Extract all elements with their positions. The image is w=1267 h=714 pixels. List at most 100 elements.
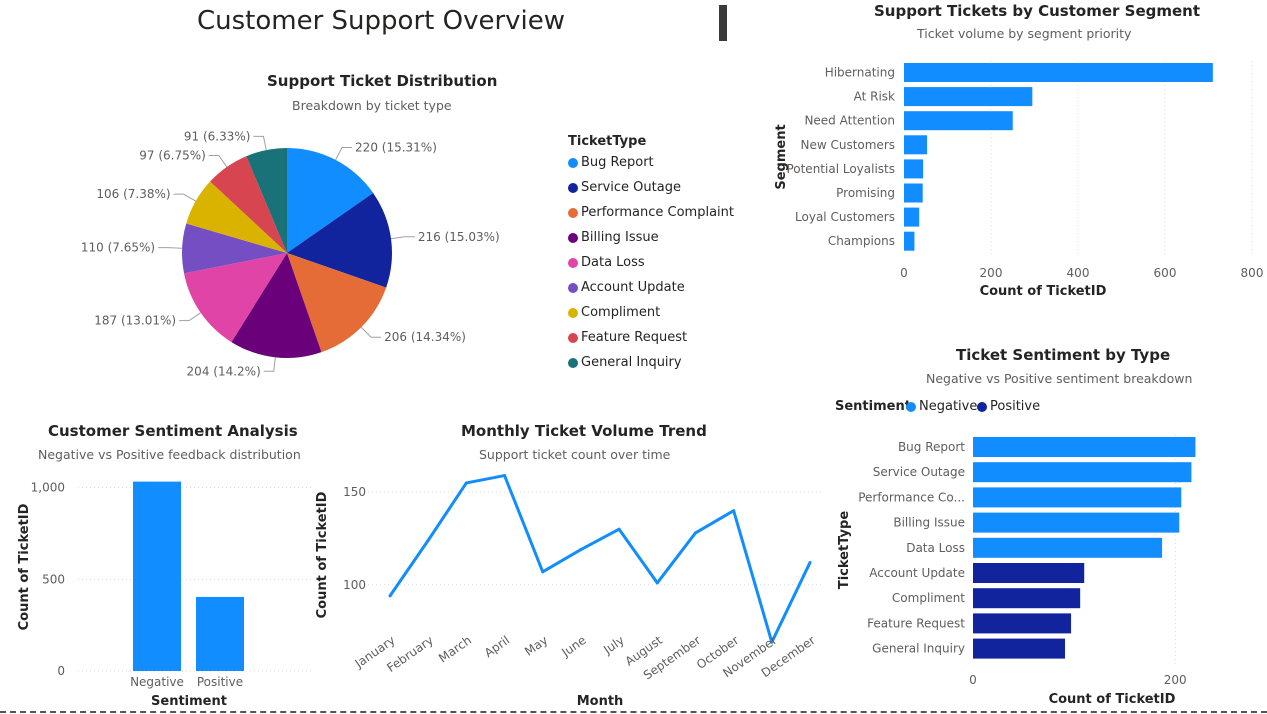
legend-dot-icon [568, 257, 578, 268]
pie-leader-line [158, 247, 183, 249]
pie-chart[interactable]: 220 (15.31%) 216 (15.03%) 206 (14.34%) 204 … [0, 60, 560, 390]
sentiment-type-bar[interactable] [973, 613, 1072, 634]
y-tick-label: 0 [57, 664, 65, 678]
y-category-label: Promising [836, 186, 895, 200]
monthly-point [732, 509, 736, 513]
sentiment-type-visual[interactable]: Ticket Sentiment by Type Negative vs Pos… [830, 340, 1267, 710]
pie-legend-item[interactable]: Account Update [568, 280, 685, 295]
pie-data-label: 97 (6.75%) [139, 148, 206, 162]
y-axis-title: Count of TicketID [17, 503, 32, 630]
pie-data-label: 187 (13.01%) [94, 314, 176, 328]
y-category-label: Compliment [892, 591, 965, 605]
pie-data-label: 206 (14.34%) [384, 330, 466, 344]
sentiment-type-bar[interactable] [973, 563, 1085, 583]
sentiment-type-bar[interactable] [973, 638, 1066, 659]
legend-dot-icon [568, 357, 578, 368]
pie-legend-item[interactable]: Feature Request [568, 330, 687, 345]
segment-bar[interactable] [904, 111, 1013, 131]
sentiment-bar[interactable] [133, 481, 181, 671]
sentiment-bar-chart[interactable]: 0 500 1,000 Negative Positive Sentiment Count … [0, 410, 320, 710]
sentiment-visual[interactable]: Customer Sentiment Analysis Negative vs … [0, 410, 320, 710]
sentiment-type-bar[interactable] [973, 537, 1163, 558]
segment-bar[interactable] [904, 63, 1213, 82]
y-category-label: Bug Report [898, 440, 965, 454]
sentiment-type-bar[interactable] [973, 462, 1192, 483]
pie-data-label: 106 (7.38%) [96, 187, 170, 201]
pie-legend-item[interactable]: Billing Issue [568, 230, 659, 245]
pie-data-label: 220 (15.31%) [355, 141, 437, 155]
y-axis-title: Count of TicketID [315, 491, 330, 618]
monthly-point [503, 474, 507, 478]
legend-dot-icon [568, 332, 578, 343]
y-category-label: Performance Co... [858, 490, 965, 504]
monthly-point [693, 531, 697, 535]
segment-bar[interactable] [904, 135, 928, 155]
sentiment-type-bar[interactable] [973, 512, 1180, 533]
monthly-point [464, 481, 468, 485]
legend-label: General Inquiry [581, 355, 682, 370]
monthly-point [388, 594, 392, 598]
x-category-label: Negative [130, 675, 184, 689]
segment-bar[interactable] [904, 183, 923, 203]
x-tick-label: 400 [1067, 266, 1090, 280]
pie-leader-line [208, 154, 228, 168]
legend-label: Data Loss [581, 255, 645, 270]
legend-label: Service Outage [581, 180, 681, 195]
x-tick-label: July [600, 633, 627, 657]
pie-legend-item[interactable]: Bug Report [568, 155, 654, 170]
segment-bar-chart[interactable]: 0 200 400 600 800 Hibernating At Risk Need Atte… [765, 0, 1267, 310]
sentiment-type-bar-chart[interactable]: 0 200 Bug Report Service Outage Performance … [830, 340, 1267, 710]
legend-label: Billing Issue [581, 230, 659, 245]
y-category-label: Potential Loyalists [786, 162, 895, 176]
x-axis-title: Sentiment [151, 694, 227, 709]
segment-bar[interactable] [904, 159, 924, 179]
monthly-visual[interactable]: Monthly Ticket Volume Trend Support tick… [310, 410, 830, 710]
x-axis-title: Month [577, 694, 624, 709]
legend-dot-icon [568, 207, 578, 218]
page-title: Customer Support Overview [197, 6, 566, 36]
x-tick-label: June [558, 633, 588, 660]
pie-data-label: 110 (7.65%) [81, 241, 155, 255]
y-axis-title: TicketType [837, 511, 852, 589]
x-axis-title: Count of TicketID [1049, 692, 1176, 707]
y-tick-label: 1,000 [31, 481, 65, 495]
legend-label: Performance Complaint [581, 205, 734, 220]
pie-data-label: 204 (14.2%) [187, 364, 261, 378]
segment-bar[interactable] [904, 231, 915, 251]
pie-legend-item[interactable]: Service Outage [568, 180, 681, 195]
x-axis-title: Count of TicketID [980, 284, 1107, 299]
sentiment-bar[interactable] [196, 596, 244, 671]
y-category-label: Billing Issue [893, 516, 965, 530]
pie-legend-item[interactable]: Compliment [568, 305, 660, 320]
sentiment-type-bar[interactable] [973, 487, 1182, 508]
monthly-point [617, 527, 621, 531]
legend-dot-icon [568, 282, 578, 293]
sentiment-type-bar[interactable] [973, 437, 1196, 457]
monthly-point [579, 548, 583, 552]
y-category-label: Service Outage [873, 465, 965, 479]
monthly-line-chart[interactable]: 100150JanuaryFebruary March April May June Ju… [310, 410, 830, 710]
sentiment-type-bar[interactable] [973, 588, 1081, 609]
y-category-label: New Customers [800, 138, 895, 152]
y-category-label: Account Update [869, 566, 965, 580]
segment-bar[interactable] [904, 87, 1033, 107]
x-tick-label: 800 [1241, 266, 1264, 280]
pie-leader-line [173, 193, 196, 202]
bottom-border [0, 711, 1267, 713]
monthly-series-line[interactable] [388, 474, 812, 644]
legend-dot-icon [568, 307, 578, 318]
legend-dot-icon [568, 232, 578, 243]
segment-visual[interactable]: Support Tickets by Customer Segment Tick… [765, 0, 1267, 310]
segment-bar[interactable] [904, 207, 920, 227]
x-tick-label: 0 [900, 266, 908, 280]
pie-visual[interactable]: Support Ticket Distribution Breakdown by… [0, 60, 760, 390]
title-separator-bar [719, 5, 727, 41]
pie-legend-item[interactable]: Performance Complaint [568, 205, 734, 220]
legend-dot-icon [568, 182, 578, 193]
x-tick-label: 200 [980, 266, 1003, 280]
y-tick-label: 150 [343, 485, 366, 499]
pie-legend-item[interactable]: General Inquiry [568, 355, 682, 370]
pie-legend-item[interactable]: Data Loss [568, 255, 645, 270]
y-category-label: At Risk [854, 90, 895, 104]
pie-leader-line [390, 236, 415, 240]
